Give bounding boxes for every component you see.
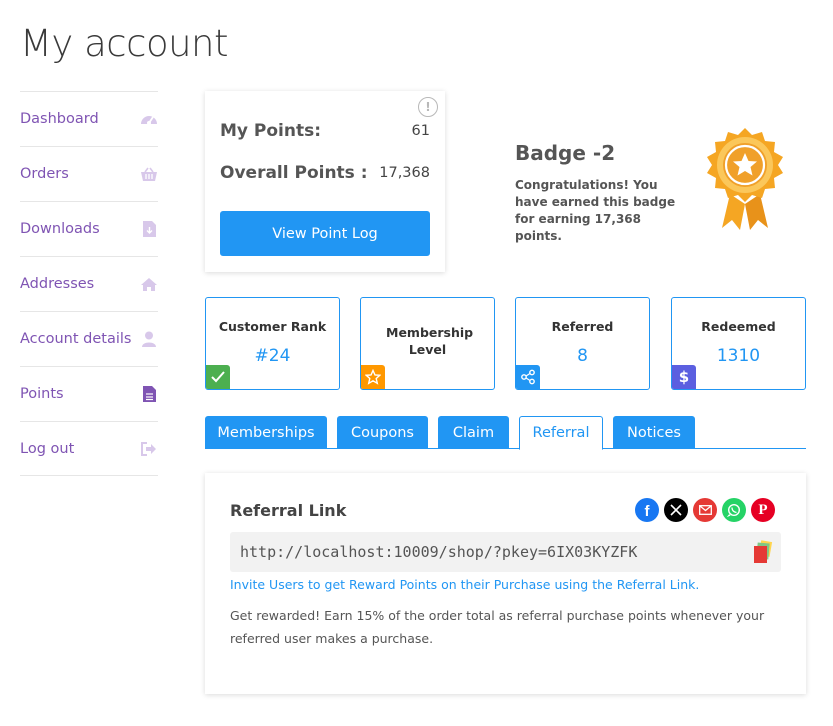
stat-value: #24 bbox=[254, 346, 291, 366]
stat-card-referred: Referred 8 bbox=[515, 297, 650, 390]
stat-label: Redeemed bbox=[701, 319, 776, 334]
badge-title: Badge -2 bbox=[515, 141, 616, 165]
my-points-value: 61 bbox=[411, 123, 430, 139]
stat-label: Customer Rank bbox=[218, 319, 327, 334]
stat-card-membership-level: Membership Level bbox=[360, 297, 495, 390]
points-summary-card: ! My Points: 61 Overall Points : 17,368 … bbox=[205, 91, 445, 272]
stat-card-customer-rank: Customer Rank #24 bbox=[205, 297, 340, 390]
dollar-icon: $ bbox=[672, 365, 696, 389]
stat-label: Membership Level bbox=[386, 325, 474, 357]
share-buttons: f P bbox=[635, 498, 775, 522]
whatsapp-icon[interactable] bbox=[722, 498, 746, 522]
basket-icon bbox=[140, 165, 158, 183]
page-title: My account bbox=[20, 22, 229, 65]
sidebar-item-points[interactable]: Points bbox=[20, 366, 158, 421]
overall-points-value: 17,368 bbox=[379, 165, 430, 181]
email-icon[interactable] bbox=[693, 498, 717, 522]
sidebar-item-label: Downloads bbox=[20, 221, 100, 237]
check-icon bbox=[206, 365, 230, 389]
sidebar-item-label: Account details bbox=[20, 331, 132, 347]
referral-panel: Referral Link f P http://localhost:10009… bbox=[205, 473, 806, 694]
stat-value: 1310 bbox=[716, 346, 761, 366]
dashboard-gauge-icon bbox=[140, 110, 158, 128]
pinterest-icon[interactable]: P bbox=[751, 498, 775, 522]
sidebar-item-label: Log out bbox=[20, 440, 75, 457]
facebook-icon[interactable]: f bbox=[635, 498, 659, 522]
account-navigation: Dashboard Orders Downloads Addresses Acc… bbox=[20, 91, 158, 476]
referral-invite-text: Invite Users to get Reward Points on the… bbox=[230, 577, 700, 592]
copy-icon[interactable] bbox=[751, 540, 773, 564]
user-icon bbox=[140, 330, 158, 348]
sidebar-item-account-details[interactable]: Account details bbox=[20, 311, 158, 366]
x-icon[interactable] bbox=[664, 498, 688, 522]
overall-points-label: Overall Points : bbox=[220, 163, 368, 183]
star-icon bbox=[361, 365, 385, 389]
file-download-icon bbox=[140, 220, 158, 238]
tab-referral[interactable]: Referral bbox=[519, 416, 603, 450]
info-icon[interactable]: ! bbox=[418, 97, 438, 117]
sidebar-item-dashboard[interactable]: Dashboard bbox=[20, 91, 158, 146]
tab-coupons[interactable]: Coupons bbox=[337, 416, 428, 449]
sidebar-item-label: Orders bbox=[20, 166, 69, 182]
tab-memberships[interactable]: Memberships bbox=[205, 416, 327, 449]
referral-description: Get rewarded! Earn 15% of the order tota… bbox=[230, 608, 765, 646]
home-icon bbox=[140, 275, 158, 293]
referral-title: Referral Link bbox=[230, 501, 347, 520]
points-tabs: Memberships Coupons Claim Referral Notic… bbox=[205, 416, 806, 450]
sidebar-item-addresses[interactable]: Addresses bbox=[20, 256, 158, 311]
document-icon bbox=[140, 385, 158, 403]
sidebar-item-downloads[interactable]: Downloads bbox=[20, 201, 158, 256]
stat-value: 8 bbox=[577, 346, 588, 366]
overall-points-row: Overall Points : 17,368 bbox=[220, 163, 430, 183]
my-points-label: My Points: bbox=[220, 121, 322, 141]
sidebar-item-label: Points bbox=[20, 386, 64, 402]
tab-claim[interactable]: Claim bbox=[438, 416, 509, 449]
sidebar-item-label: Addresses bbox=[20, 276, 95, 292]
tab-notices[interactable]: Notices bbox=[613, 416, 695, 449]
stat-card-redeemed: Redeemed 1310 $ bbox=[671, 297, 806, 390]
referral-link-text[interactable]: http://localhost:10009/shop/?pkey=6IX03K… bbox=[240, 543, 637, 561]
badge-medal-icon bbox=[707, 128, 783, 230]
share-icon bbox=[516, 365, 540, 389]
stat-label: Referred bbox=[551, 319, 614, 334]
sidebar-item-orders[interactable]: Orders bbox=[20, 146, 158, 201]
sidebar-item-label: Dashboard bbox=[20, 111, 99, 127]
badge-description: Congratulations! You have earned this ba… bbox=[515, 178, 676, 243]
referral-link-field[interactable]: http://localhost:10009/shop/?pkey=6IX03K… bbox=[230, 532, 781, 572]
sidebar-item-log-out[interactable]: Log out bbox=[20, 421, 158, 476]
view-point-log-button[interactable]: View Point Log bbox=[220, 211, 430, 256]
sign-out-icon bbox=[140, 440, 158, 458]
my-points-row: My Points: 61 bbox=[220, 121, 430, 141]
